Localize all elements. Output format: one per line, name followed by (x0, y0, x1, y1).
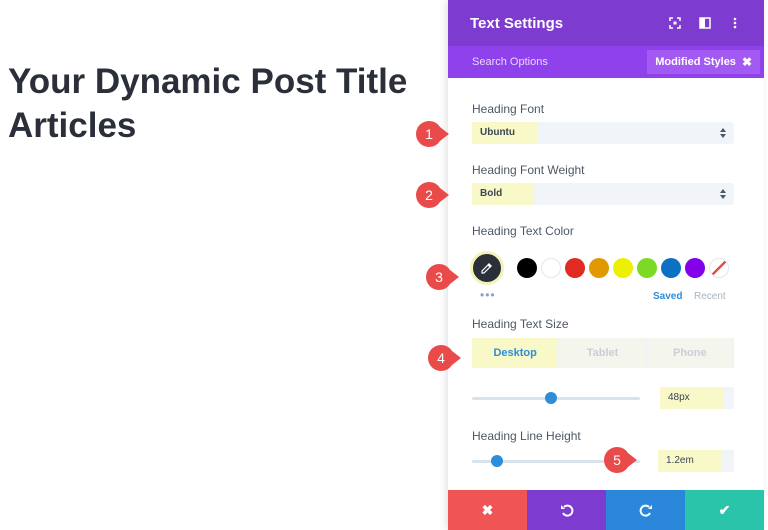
undo-icon (560, 504, 573, 517)
line-height-value: 1.2em (658, 450, 722, 472)
color-swatch[interactable] (589, 258, 609, 278)
panel-footer: ✖ ✔ (448, 490, 764, 530)
modified-styles-filter[interactable]: Modified Styles ✖ (647, 50, 760, 74)
color-swatch[interactable] (637, 258, 657, 278)
check-icon: ✔ (718, 501, 731, 518)
panel-body: Heading Font Ubuntu Heading Font Weight … (448, 78, 764, 490)
chevron-updown-icon (720, 128, 726, 138)
redo-button[interactable] (606, 490, 685, 530)
tab-tablet[interactable]: Tablet (559, 338, 646, 368)
heading-font-label: Heading Font (472, 102, 545, 116)
post-title-line-1: Your Dynamic Post Title (8, 62, 408, 101)
heading-font-weight-label: Heading Font Weight (472, 163, 585, 177)
page: Your Dynamic Post Title Articles Text Se… (0, 0, 768, 530)
text-size-slider-thumb[interactable] (544, 392, 557, 404)
heading-text-size-label: Heading Text Size (472, 317, 569, 331)
heading-text-color-label: Heading Text Color (472, 224, 574, 238)
post-title: Your Dynamic Post Title Articles (8, 60, 407, 148)
tab-desktop[interactable]: Desktop (472, 338, 559, 368)
color-picker-button[interactable] (470, 251, 504, 285)
color-swatch[interactable] (661, 258, 681, 278)
no-color-swatch[interactable] (709, 258, 729, 278)
heading-line-height-label: Heading Line Height (472, 429, 581, 443)
callout-marker-1: 1 (416, 120, 450, 148)
more-colors-icon[interactable]: ••• (480, 288, 496, 302)
color-swatch[interactable] (517, 258, 537, 278)
more-options-icon[interactable] (728, 16, 742, 30)
cancel-button[interactable]: ✖ (448, 490, 527, 530)
text-size-input[interactable]: 48px (660, 387, 734, 409)
color-swatch[interactable] (613, 258, 633, 278)
panel-title: Text Settings (470, 14, 564, 32)
split-view-icon[interactable] (698, 16, 712, 30)
text-size-value: 48px (660, 387, 724, 409)
close-icon: ✖ (481, 501, 494, 518)
search-options-input[interactable]: Search Options (472, 56, 548, 68)
eyedropper-icon (481, 263, 492, 274)
color-swatch[interactable] (685, 258, 705, 278)
heading-font-value: Ubuntu (472, 122, 538, 144)
panel-header: Text Settings (448, 0, 764, 46)
post-title-line-2: Articles (8, 106, 137, 145)
undo-button[interactable] (527, 490, 606, 530)
callout-marker-3: 3 (426, 263, 460, 291)
modified-styles-label: Modified Styles (655, 56, 736, 68)
expand-icon[interactable] (668, 16, 682, 30)
tab-phone[interactable]: Phone (646, 338, 733, 368)
marker-number: 4 (437, 350, 445, 366)
callout-marker-5: 5 (604, 446, 638, 474)
chevron-updown-icon (720, 189, 726, 199)
heading-font-select[interactable]: Ubuntu (472, 122, 734, 144)
line-height-input[interactable]: 1.2em (658, 450, 734, 472)
line-height-slider-thumb[interactable] (491, 455, 504, 467)
redo-icon (639, 504, 652, 517)
close-icon[interactable]: ✖ (742, 55, 752, 69)
marker-number: 5 (613, 452, 621, 468)
heading-font-weight-select[interactable]: Bold (472, 183, 734, 205)
marker-number: 3 (435, 269, 443, 285)
heading-font-weight-value: Bold (472, 183, 534, 205)
saved-colors-tab[interactable]: Saved (653, 291, 682, 302)
color-swatch[interactable] (565, 258, 585, 278)
device-tabs: Desktop Tablet Phone (472, 338, 734, 368)
callout-marker-4: 4 (428, 344, 462, 372)
callout-marker-2: 2 (416, 181, 450, 209)
color-swatch[interactable] (541, 258, 561, 278)
recent-colors-tab[interactable]: Recent (694, 291, 726, 302)
marker-number: 1 (425, 126, 433, 142)
marker-number: 2 (425, 187, 433, 203)
save-button[interactable]: ✔ (685, 490, 764, 530)
search-bar: Search Options Modified Styles ✖ (448, 46, 764, 78)
